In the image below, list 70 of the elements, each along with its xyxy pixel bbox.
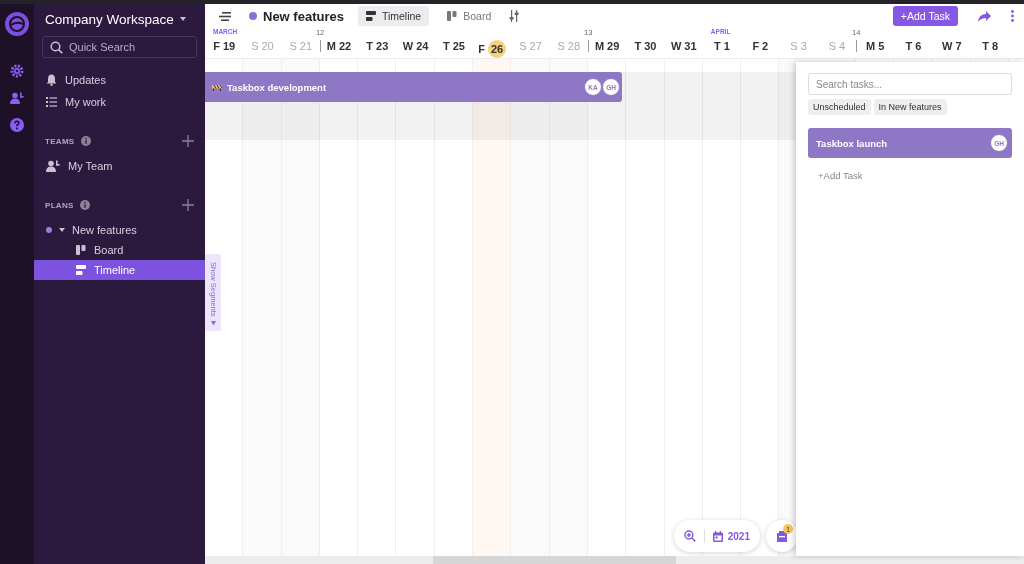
day-label: M 29: [593, 40, 621, 52]
day-label: S 3: [789, 40, 808, 52]
sliders-icon[interactable]: [509, 10, 520, 22]
sidebar-item[interactable]: Timeline: [34, 260, 205, 280]
day-label: M 5: [865, 40, 886, 52]
day-label: S 27: [518, 40, 543, 52]
bell-icon: [46, 74, 57, 86]
caret-icon[interactable]: [179, 17, 186, 21]
caret-icon[interactable]: [59, 228, 65, 232]
board-icon: [447, 11, 458, 21]
sidebar-item[interactable]: New features: [34, 220, 205, 240]
day-label: T 23: [365, 40, 390, 52]
scrollbar[interactable]: [205, 556, 1024, 564]
search-field[interactable]: Quick Search: [42, 36, 197, 58]
zoom-in-icon[interactable]: [684, 530, 696, 542]
list-icon: [46, 97, 57, 107]
day-label: M 22: [325, 40, 353, 52]
day-label: T 8: [981, 40, 999, 52]
plus-icon[interactable]: [182, 135, 194, 147]
day-label: T 30: [633, 40, 658, 52]
share-icon[interactable]: [978, 10, 991, 22]
day-label: S 21: [288, 40, 314, 52]
day-label: W 31: [669, 40, 698, 52]
day-label: W 24: [401, 40, 430, 52]
sidebar-item[interactable]: My work: [34, 92, 205, 112]
task-title: Taskbox development: [227, 81, 327, 93]
info-icon[interactable]: [80, 136, 91, 146]
plus-icon[interactable]: [182, 199, 194, 211]
day-label: F 2: [751, 40, 770, 52]
filter-chip[interactable]: In New features: [873, 99, 947, 115]
view-tab[interactable]: Timeline: [357, 6, 430, 26]
day-label: S 28: [556, 40, 582, 52]
board-icon: [76, 245, 86, 255]
day-label: S 4: [827, 40, 847, 52]
sidebar-item[interactable]: My Team: [34, 156, 205, 176]
timeline-icon: [365, 11, 376, 21]
day-label: F 26: [473, 40, 512, 58]
sidebar-item[interactable]: Updates: [34, 70, 205, 90]
people-icon[interactable]: [46, 160, 60, 172]
view-tab[interactable]: Board: [439, 6, 500, 26]
sidebar-item[interactable]: Board: [34, 240, 205, 260]
search-icon: [50, 41, 63, 54]
day-label: T 6: [904, 40, 923, 52]
info-icon[interactable]: [79, 200, 90, 210]
caret-icon: [210, 321, 216, 326]
filter-chip[interactable]: Unscheduled: [808, 99, 871, 115]
workspace-title[interactable]: Company Workspace: [45, 11, 174, 27]
settings-icon[interactable]: [10, 64, 24, 78]
plan-dot: [249, 12, 257, 20]
people-icon[interactable]: [10, 92, 24, 104]
year-button[interactable]: 2021: [712, 530, 750, 542]
help-icon[interactable]: [10, 118, 24, 132]
timeline-icon: [76, 265, 86, 275]
section-title: TEAMS: [45, 136, 75, 146]
day-label: F 19: [212, 40, 237, 52]
more-icon[interactable]: [1011, 10, 1014, 22]
plan-title: New features: [263, 8, 344, 24]
day-label: T 1: [713, 40, 731, 52]
task-title: Taskbox launch: [816, 137, 888, 149]
day-label: S 20: [250, 40, 275, 52]
add-task-button[interactable]: +Add Task: [892, 6, 958, 26]
day-label: W 7: [941, 40, 963, 52]
menu-icon[interactable]: [219, 11, 231, 21]
add-task-link[interactable]: +Add Task: [818, 170, 863, 181]
inbox-icon: [776, 530, 788, 542]
section-title: PLANS: [45, 200, 74, 210]
day-label: T 25: [441, 40, 466, 52]
barrier-icon: [212, 83, 222, 91]
calendar-icon: [712, 530, 723, 542]
logo-icon[interactable]: [5, 12, 29, 36]
